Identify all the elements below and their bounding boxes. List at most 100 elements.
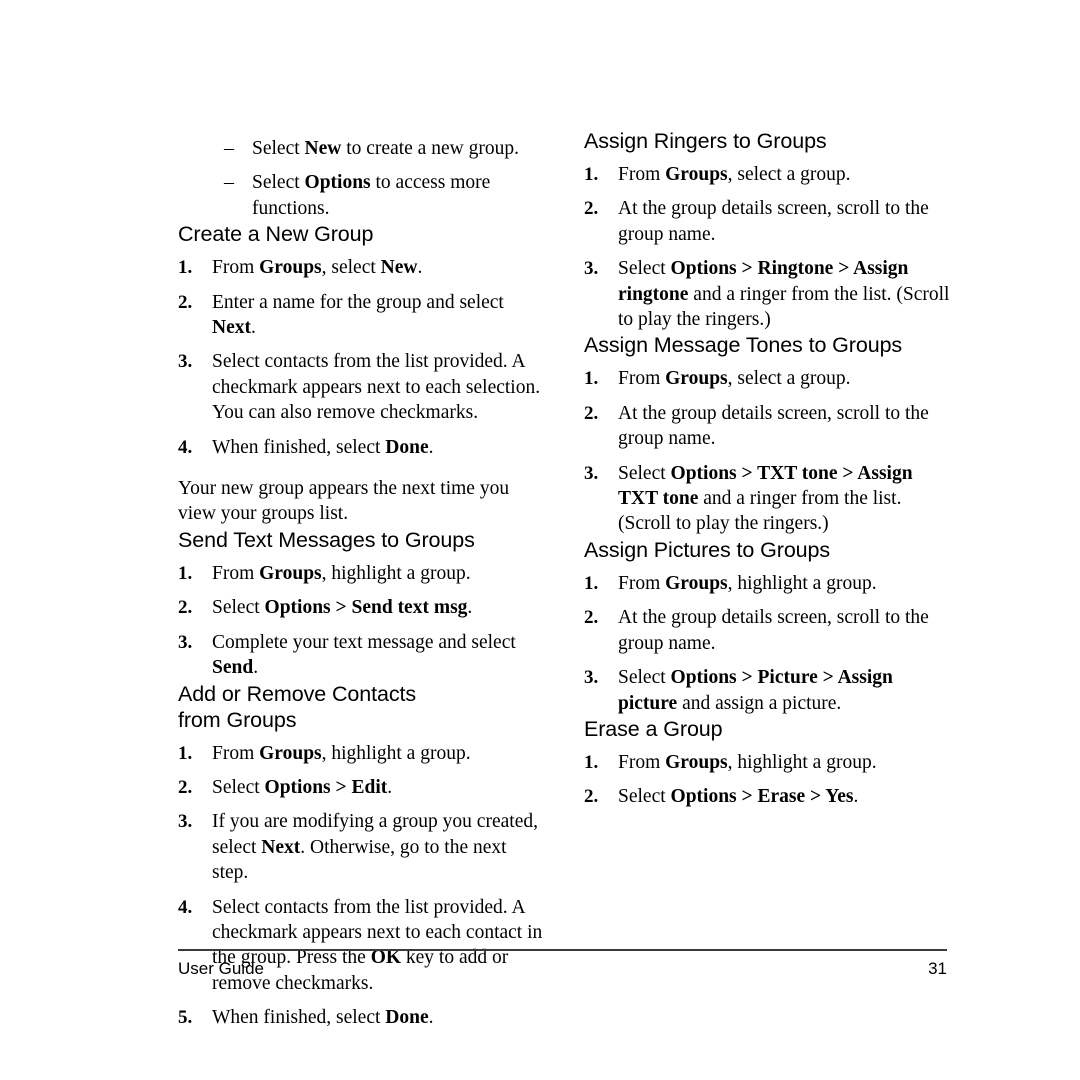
right-column: Assign Ringers to Groups 1. From Groups, s…: [584, 128, 953, 810]
bold-run: Options > Erase > Yes: [670, 786, 854, 808]
section-heading: Assign Message Tones to Groups: [584, 333, 903, 358]
step-item: 3. Select Options > Picture > Assign pict…: [584, 665, 953, 716]
bold-run: New: [380, 257, 418, 279]
text-run: Select: [618, 258, 671, 280]
section-note: Your new group appears the next time you…: [178, 478, 510, 525]
text-run: .: [428, 1007, 434, 1029]
text-run: to create a new group.: [341, 138, 519, 159]
text-run: Select: [618, 462, 671, 484]
bold-run: Groups: [259, 742, 322, 764]
text-run: , highlight a group.: [321, 742, 471, 764]
text-run: .: [387, 776, 393, 798]
text-run: At the group details screen, scroll to t…: [618, 198, 929, 245]
bold-run: Next: [212, 317, 251, 339]
bold-run: New: [304, 138, 342, 159]
step-item: 2. Select Options > Send text msg.: [178, 595, 547, 620]
text-run: , highlight a group.: [727, 751, 877, 773]
text-run: At the group details screen, scroll to t…: [618, 607, 929, 654]
step-item: 3. Select Options > TXT tone > Assign TXT…: [584, 461, 953, 537]
step-list: 1. From Groups, highlight a group. 2. Selec…: [178, 561, 547, 681]
text-run: From: [618, 751, 666, 773]
bold-run: Options: [304, 172, 371, 194]
step-item: 2. At the group details screen, scroll to…: [584, 401, 953, 452]
text-run: Select: [252, 172, 305, 194]
step-item: 3. Select Options > Ringtone > Assign rin…: [584, 256, 953, 332]
step-number: 5.: [178, 1007, 193, 1029]
bold-run: Groups: [665, 164, 728, 185]
text-run: Complete your text message and select: [212, 631, 516, 653]
bold-run: Next: [261, 836, 301, 858]
text-run: Select: [618, 667, 671, 689]
step-list: 1. From Groups, highlight a group. 2. Selec…: [584, 750, 953, 810]
bold-run: Groups: [259, 257, 322, 279]
step-number: 3.: [584, 462, 599, 484]
text-run: , select a group.: [727, 164, 851, 185]
bold-run: Groups: [665, 368, 728, 390]
step-list: 1. From Groups, highlight a group. 2. Selec…: [178, 741, 547, 1031]
text-run: , highlight a group.: [727, 572, 877, 594]
text-run: From: [618, 164, 666, 185]
step-number: 2.: [178, 776, 193, 798]
step-number: 1.: [178, 742, 193, 764]
text-run: Select: [618, 786, 671, 808]
bold-run: Groups: [665, 572, 728, 594]
page-footer: User Guide 31: [178, 949, 947, 980]
bold-run: Done: [385, 1007, 429, 1029]
step-item: 1. From Groups, select New.: [178, 255, 547, 280]
step-item: 3. If you are modifying a group you creat…: [178, 809, 547, 885]
text-run: Enter a name for the group and select: [212, 291, 504, 313]
step-number: 2.: [584, 402, 599, 424]
step-number: 3.: [178, 811, 193, 833]
step-number: 3.: [178, 351, 193, 373]
step-item: 4. When finished, select Done.: [178, 435, 547, 460]
text-run: .: [417, 257, 423, 279]
text-run: From: [212, 562, 260, 584]
step-number: 1.: [584, 751, 599, 773]
step-list: 1. From Groups, highlight a group. 2. At th…: [584, 571, 953, 716]
step-item: 2. At the group details screen, scroll to…: [584, 605, 953, 656]
text-run: From: [212, 257, 260, 279]
step-number: 2.: [584, 198, 599, 220]
step-number: 2.: [178, 597, 193, 619]
section-heading: Create a New Group: [178, 222, 374, 247]
step-item: 2. Enter a name for the group and select …: [178, 290, 547, 341]
dash-marker-icon: –: [224, 137, 234, 159]
step-item: 2. At the group details screen, scroll to…: [584, 196, 953, 247]
step-item: 5. When finished, select Done.: [178, 1005, 547, 1030]
footer-page-number: 31: [928, 959, 947, 978]
section-heading: Add or Remove Contacts from Groups: [178, 681, 416, 732]
dash-marker-icon: –: [224, 171, 234, 194]
step-number: 1.: [584, 164, 599, 185]
step-item: 4. Select contacts from the list provided…: [178, 895, 547, 997]
text-run: From: [618, 572, 666, 594]
text-run: and assign a picture.: [677, 692, 842, 714]
step-item: 2. Select Options > Erase > Yes.: [584, 784, 953, 809]
text-run: Select: [212, 597, 265, 619]
step-list: 1. From Groups, select a group. 2. At the g…: [584, 366, 953, 536]
step-number: 1.: [178, 257, 193, 279]
text-run: , select: [321, 257, 381, 279]
text-run: , highlight a group.: [321, 562, 471, 584]
step-number: 2.: [584, 607, 599, 629]
step-item: 3. Select contacts from the list provided…: [178, 349, 547, 425]
section-heading: Erase a Group: [584, 716, 723, 741]
step-number: 3.: [584, 258, 599, 280]
intro-bullet-list: – Select New to create a new group. – Selec…: [178, 136, 547, 221]
step-number: 1.: [584, 572, 599, 594]
section-heading: Assign Pictures to Groups: [584, 537, 831, 562]
step-number: 2.: [178, 291, 193, 313]
two-column-body: – Select New to create a new group. – Selec…: [178, 128, 949, 1031]
bold-run: Options > Send text msg: [264, 597, 468, 619]
step-number: 3.: [584, 667, 599, 689]
step-number: 1.: [584, 368, 599, 390]
bold-run: Options > Edit: [264, 776, 388, 798]
step-number: 1.: [178, 562, 193, 584]
footer-label: User Guide: [178, 959, 264, 978]
text-run: When finished, select: [212, 1007, 386, 1029]
step-item: 1. From Groups, select a group.: [584, 366, 953, 391]
step-item: 1. From Groups, highlight a group.: [584, 750, 953, 775]
text-run: .: [467, 597, 473, 619]
step-number: 4.: [178, 896, 193, 918]
text-run: Select: [212, 776, 265, 798]
manual-page: – Select New to create a new group. – Selec…: [0, 0, 1080, 1080]
